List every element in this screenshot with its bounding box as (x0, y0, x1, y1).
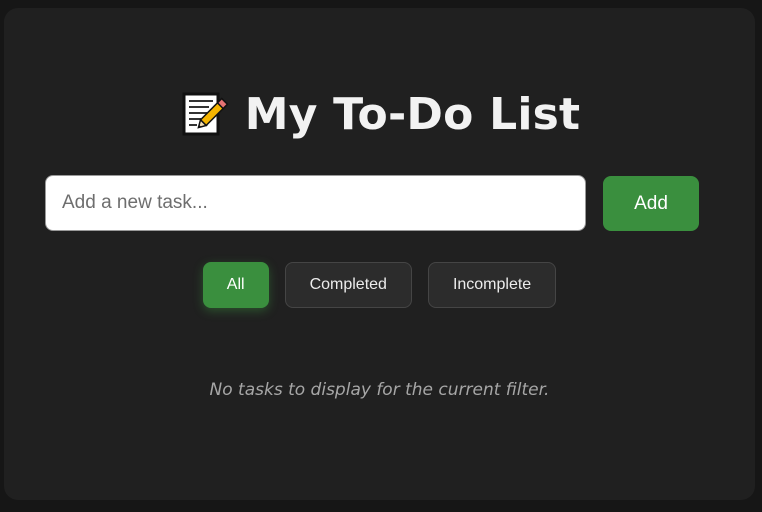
memo-icon (182, 92, 229, 136)
filter-all-button[interactable]: All (202, 262, 269, 308)
filter-group: All Completed Incomplete (4, 262, 755, 308)
page-title: My To-Do List (4, 84, 755, 144)
empty-state-message: No tasks to display for the current filt… (209, 380, 550, 400)
filter-incomplete-button[interactable]: Incomplete (427, 262, 557, 308)
add-task-button[interactable]: Add (603, 176, 699, 231)
filter-completed-button[interactable]: Completed (284, 262, 412, 308)
new-task-input[interactable] (45, 175, 586, 231)
page-title-text: My To-Do List (244, 88, 581, 140)
todo-card: My To-Do List Add All Completed Incomple… (4, 8, 755, 500)
